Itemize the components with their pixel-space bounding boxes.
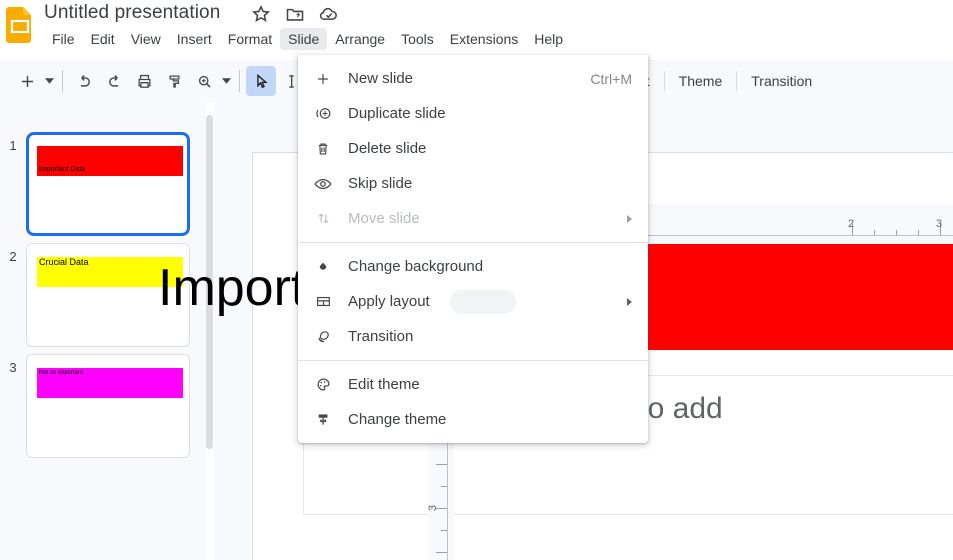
- slide-thumbnail[interactable]: Not so important: [26, 354, 190, 458]
- menu-item-label: Transition: [348, 328, 414, 345]
- menu-slide[interactable]: Slide: [280, 28, 328, 50]
- star-icon[interactable]: [250, 3, 272, 25]
- menu-item-change-background[interactable]: Change background: [298, 249, 648, 284]
- slide-number: 2: [9, 249, 17, 264]
- plus-icon: [312, 68, 334, 90]
- menu-item-label: Move slide: [348, 210, 420, 227]
- header-action-icons: [250, 3, 340, 25]
- document-title[interactable]: Untitled presentation: [44, 2, 220, 24]
- slide-menu-dropdown[interactable]: New slide Ctrl+M Duplicate slide Delete …: [298, 55, 648, 443]
- toolbar-divider: [62, 70, 63, 92]
- layout-loading-placeholder: [450, 290, 516, 314]
- menu-item-label: Skip slide: [348, 175, 413, 192]
- menu-item-shortcut: Ctrl+M: [590, 70, 632, 87]
- submenu-arrow-icon: [627, 214, 632, 223]
- select-tool-icon[interactable]: [246, 66, 276, 96]
- move-to-folder-icon[interactable]: [284, 3, 306, 25]
- duplicate-slide-icon: [312, 103, 334, 125]
- redo-icon[interactable]: [99, 66, 129, 96]
- slides-app-icon: [6, 7, 34, 43]
- print-icon[interactable]: [129, 66, 159, 96]
- menu-item-label: Edit theme: [348, 376, 420, 393]
- menu-bar: File Edit View Insert Format Slide Arran…: [44, 28, 571, 50]
- menu-tools[interactable]: Tools: [393, 28, 442, 50]
- menu-item-skip-slide[interactable]: Skip slide: [298, 166, 648, 201]
- thumbnail-title-box: Important Data: [37, 146, 183, 176]
- droplet-icon: [312, 256, 334, 278]
- paint-roller-icon: [312, 409, 334, 431]
- menu-item-transition[interactable]: Transition: [298, 319, 648, 354]
- palette-icon: [312, 374, 334, 396]
- menu-format[interactable]: Format: [220, 28, 280, 50]
- menu-item-label: New slide: [348, 70, 414, 87]
- menu-item-change-theme[interactable]: Change theme: [298, 402, 648, 437]
- move-slide-icon: [312, 208, 334, 230]
- toolbar-divider-4: [736, 71, 738, 91]
- menu-extensions[interactable]: Extensions: [442, 28, 526, 50]
- trash-icon: [312, 138, 334, 160]
- menu-item-duplicate-slide[interactable]: Duplicate slide: [298, 96, 648, 131]
- toolbar-divider-3: [663, 71, 665, 91]
- slide-filmstrip[interactable]: 1 Important Data 2 Crucial Data 3 Not so…: [0, 102, 206, 560]
- eye-icon: [312, 173, 334, 195]
- cloud-saved-icon[interactable]: [318, 3, 340, 25]
- menu-item-label: Change background: [348, 258, 484, 275]
- transition-icon: [312, 326, 334, 348]
- ruler-tick-label: 2: [848, 218, 855, 230]
- menu-item-delete-slide[interactable]: Delete slide: [298, 131, 648, 166]
- slide-number: 3: [9, 360, 17, 375]
- slide-number: 1: [9, 138, 17, 153]
- menu-insert[interactable]: Insert: [169, 28, 220, 50]
- slides-app-window: Untitled presentation File Edit View Ins…: [0, 0, 953, 560]
- menu-arrange[interactable]: Arrange: [327, 28, 393, 50]
- thumbnail-title-text: Important Data: [39, 166, 86, 173]
- menu-item-apply-layout[interactable]: Apply layout: [298, 284, 648, 319]
- menu-item-label: Change theme: [348, 411, 447, 428]
- menu-file[interactable]: File: [44, 28, 83, 50]
- menu-separator-2: [298, 360, 648, 361]
- thumbnail-title-box: Not so important: [37, 368, 183, 398]
- ruler-tick-label: 3: [936, 218, 943, 230]
- toolbar-divider-2: [239, 70, 240, 92]
- menu-help[interactable]: Help: [526, 28, 571, 50]
- app-header: Untitled presentation File Edit View Ins…: [0, 0, 953, 56]
- theme-button[interactable]: Theme: [669, 69, 733, 93]
- zoom-icon[interactable]: [189, 66, 219, 96]
- transition-button[interactable]: Transition: [741, 69, 822, 93]
- menu-item-new-slide[interactable]: New slide Ctrl+M: [298, 61, 648, 96]
- paint-format-icon[interactable]: [159, 66, 189, 96]
- slide-thumbnail[interactable]: Important Data: [26, 132, 190, 236]
- menu-item-move-slide: Move slide: [298, 201, 648, 236]
- menu-separator: [298, 242, 648, 243]
- new-slide-icon[interactable]: [12, 66, 42, 96]
- ruler-tick-label: 3: [428, 504, 440, 512]
- menu-edit[interactable]: Edit: [83, 28, 123, 50]
- zoom-dropdown-caret[interactable]: [219, 67, 233, 95]
- layout-grid-icon: [312, 291, 334, 313]
- thumbnail-title-text: Not so important: [39, 370, 84, 376]
- menu-item-label: Duplicate slide: [348, 105, 446, 122]
- menu-item-label: Delete slide: [348, 140, 427, 157]
- undo-icon[interactable]: [69, 66, 99, 96]
- new-slide-dropdown-caret[interactable]: [42, 67, 56, 95]
- thumbnail-title-text: Crucial Data: [39, 257, 89, 267]
- submenu-arrow-icon: [627, 297, 632, 306]
- menu-item-edit-theme[interactable]: Edit theme: [298, 367, 648, 402]
- menu-view[interactable]: View: [123, 28, 169, 50]
